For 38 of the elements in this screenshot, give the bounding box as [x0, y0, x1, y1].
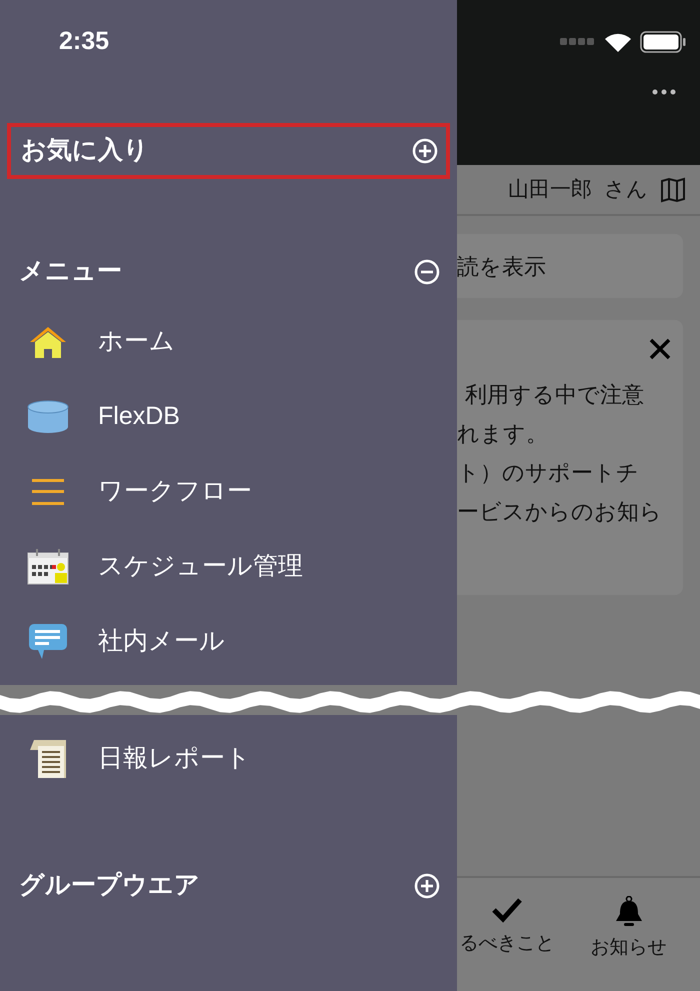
- menu-item[interactable]: ワークフロー: [0, 454, 457, 529]
- list-icon: [31, 476, 65, 506]
- status-time: 2:35: [59, 26, 110, 58]
- collapse-icon[interactable]: [414, 259, 440, 285]
- menu-item[interactable]: スケジュール管理: [0, 529, 457, 604]
- expand-icon[interactable]: [414, 873, 440, 899]
- nav-tab[interactable]: るべきこと: [457, 878, 557, 991]
- section-title: お気に入り: [21, 135, 149, 166]
- database-icon: [26, 398, 70, 434]
- more-icon[interactable]: [652, 89, 676, 95]
- notice-text: ービスからのお知ら: [457, 498, 663, 526]
- nav-tab[interactable]: お知らせ: [557, 878, 700, 991]
- bell-icon: [614, 896, 644, 928]
- wifi-icon: [604, 31, 632, 53]
- close-icon[interactable]: [649, 338, 671, 360]
- section-header[interactable]: メニュー: [0, 244, 457, 300]
- section-title: グループウエア: [19, 870, 200, 902]
- notice-text: 利用する中で注意: [464, 381, 645, 409]
- battery-icon: [640, 31, 686, 53]
- menu-item[interactable]: 社内メール: [0, 604, 457, 679]
- menu-item[interactable]: FlexDB: [0, 379, 457, 454]
- notice-text: ト）のサポートチ: [457, 459, 640, 487]
- menu-item[interactable]: ホーム: [0, 304, 457, 379]
- user-suffix: さん: [604, 176, 648, 203]
- checkmark-icon: [491, 896, 523, 924]
- document-icon: [28, 738, 68, 780]
- section-header[interactable]: グループウエア: [0, 858, 457, 914]
- section-title: メニュー: [19, 256, 122, 288]
- link-card[interactable]: 読を表示: [457, 234, 683, 298]
- calendar-icon: [27, 548, 69, 584]
- book-icon[interactable]: [660, 176, 686, 202]
- chat-bubble-icon: [28, 622, 68, 660]
- signal-icon: [560, 38, 596, 46]
- expand-icon[interactable]: [412, 138, 438, 164]
- user-name: 山田一郎: [508, 176, 592, 203]
- notice-text: れます。: [457, 420, 549, 448]
- menu-item[interactable]: 日報レポート: [0, 721, 457, 796]
- favorites-header[interactable]: お気に入り: [7, 123, 450, 179]
